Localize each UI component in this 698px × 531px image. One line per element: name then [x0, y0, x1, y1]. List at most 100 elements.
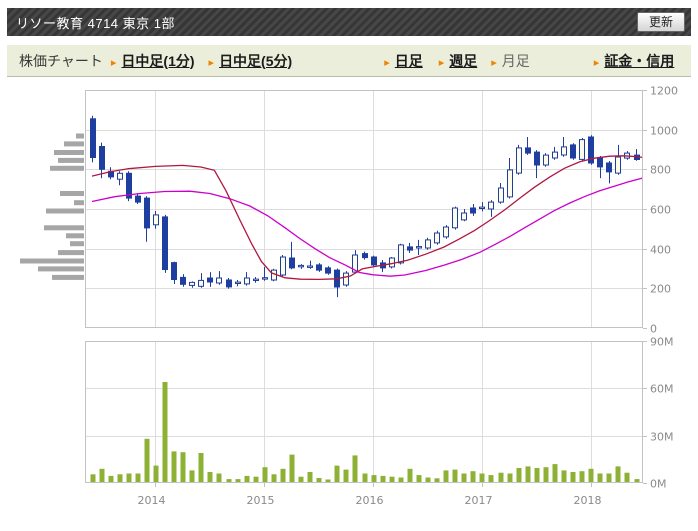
year-axis-label: 2015 [247, 494, 275, 507]
candlestick [516, 144, 522, 175]
volume-bar [416, 475, 422, 483]
candlestick [634, 149, 640, 161]
volume-pane-border [85, 341, 643, 483]
price-histogram-bar [70, 241, 84, 247]
candle-body-up [343, 272, 349, 286]
volume-axis-label: 90M [650, 336, 674, 349]
tab-daily-label[interactable]: 日足 [395, 53, 423, 69]
candle-body-up [235, 281, 241, 285]
chart-nav: 株価チャート ▸ 日中足(1分) ▸ 日中足(5分) ▸ 日足 ▸ 週足 ▸ 月足 ▸ 証金・信用 [7, 45, 691, 77]
candlestick [244, 272, 250, 286]
candle-body-up [307, 265, 313, 268]
candlestick [298, 264, 304, 269]
tab-monthly-label: 月足 [501, 52, 530, 69]
candlestick [90, 115, 96, 163]
candlestick [498, 183, 504, 204]
volume-bar [588, 468, 594, 483]
candle-body-up [253, 278, 259, 282]
candle-body-down [606, 162, 612, 173]
tab-weekly[interactable]: ▸ 週足 [439, 51, 478, 71]
candlestick [289, 241, 295, 270]
candle-body-down [162, 216, 168, 270]
price-histogram-bar [58, 157, 84, 163]
candlestick [597, 156, 603, 179]
candlestick [343, 271, 349, 287]
candlestick [561, 137, 567, 157]
candlestick [198, 273, 204, 288]
stock-title: リソー教育 4714 東京 1部 [16, 15, 175, 31]
volume-bar [153, 465, 159, 483]
candlestick [570, 143, 576, 160]
price-axis-label: 1000 [650, 125, 678, 138]
tab-intraday-5min-label[interactable]: 日中足(5分) [219, 53, 292, 69]
price-axis-label: 1200 [650, 85, 678, 98]
volume-axis-label: 60M [650, 383, 674, 396]
volume-bar [561, 470, 567, 483]
candle-body-up [434, 232, 440, 244]
candle-body-down [570, 144, 576, 159]
axis-labels: 1200 1000 800 600 400 200 090M 60M 30M 0M 2014 2015… [138, 85, 679, 508]
tab-intraday-5min[interactable]: ▸ 日中足(5分) [209, 51, 293, 71]
price-histogram-bar [52, 274, 84, 280]
candlestick [235, 280, 241, 287]
candlestick [434, 230, 440, 245]
candlestick [144, 196, 150, 242]
candlestick [488, 200, 494, 217]
volume-bar [244, 475, 250, 483]
volume-bar [171, 451, 177, 483]
candlestick [162, 214, 168, 273]
price-histogram-bar [44, 225, 84, 231]
candle-body-down [207, 277, 213, 283]
refresh-button[interactable]: 更新 [636, 11, 685, 33]
tab-intraday-1min[interactable]: ▸ 日中足(1分) [111, 51, 195, 71]
candlestick [507, 158, 513, 199]
tab-margin-credit[interactable]: ▸ 証金・信用 [594, 51, 675, 71]
candle-body-up [479, 206, 485, 210]
candlestick [615, 144, 621, 175]
volume-bar [380, 475, 386, 483]
volume-bar [117, 474, 123, 483]
price-histogram-bar [20, 258, 84, 264]
tab-weekly-label[interactable]: 週足 [449, 53, 477, 69]
tab-intraday-1min-label[interactable]: 日中足(1分) [121, 53, 194, 69]
candle-body-up [189, 281, 195, 286]
volume-bar [180, 452, 186, 483]
candlestick [452, 206, 458, 230]
tab-arrow-icon: ▸ [438, 56, 445, 69]
candle-body-down [407, 246, 413, 251]
tab-margin-credit-label[interactable]: 証金・信用 [604, 53, 674, 69]
candlestick [371, 255, 377, 267]
year-axis-label: 2014 [138, 494, 166, 507]
tab-daily[interactable]: ▸ 日足 [384, 51, 423, 71]
year-axis-label: 2016 [356, 494, 384, 507]
candlestick [180, 274, 186, 287]
ma-long-line [91, 177, 643, 277]
volume-bar [516, 468, 522, 483]
candlestick [579, 138, 585, 162]
candle-body-up [488, 201, 494, 210]
volume-bar [488, 475, 494, 483]
volume-bar [552, 464, 558, 483]
candle-body-up [389, 257, 395, 268]
candlestick [461, 209, 467, 222]
volume-bar [99, 468, 105, 483]
volume-bar [479, 473, 485, 483]
volume-bar [216, 473, 222, 483]
volume-bar [534, 468, 540, 483]
candle-body-up [579, 139, 585, 160]
candle-body-up [443, 226, 449, 238]
volume-bar [307, 472, 313, 483]
candle-body-down [90, 118, 96, 158]
tab-arrow-icon: ▸ [491, 56, 497, 69]
volume-bar [90, 474, 96, 483]
volume-bar [606, 473, 612, 483]
candlestick [416, 239, 422, 255]
price-histogram-bar [74, 200, 84, 206]
year-axis-label: 2017 [465, 494, 493, 507]
volume-bar [352, 455, 358, 483]
volume-by-price-histogram [20, 133, 84, 280]
price-gridlines [85, 130, 643, 437]
year-axis-label: 2018 [574, 494, 602, 507]
candle-body-down [289, 257, 295, 269]
candle-body-up [198, 279, 204, 287]
